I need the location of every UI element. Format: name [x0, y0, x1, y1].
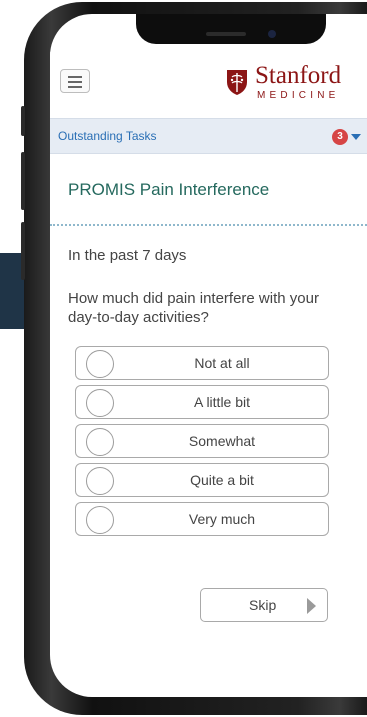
question-text: How much did pain interfere with your da… — [68, 290, 319, 326]
answer-option-not-at-all[interactable]: Not at all — [75, 346, 329, 380]
answer-options: Not at all A little bit Somewhat Quite a… — [75, 346, 329, 541]
answer-option-quite-a-bit[interactable]: Quite a bit — [75, 463, 329, 497]
answer-option-label: Somewhat — [188, 433, 256, 449]
skip-button-label: Skip — [249, 597, 277, 613]
brand-subtitle: MEDICINE — [257, 90, 340, 101]
stanford-shield-icon — [227, 70, 247, 95]
answer-option-somewhat[interactable]: Somewhat — [75, 424, 329, 458]
answer-option-label: A little bit — [193, 394, 251, 410]
answer-option-very-much[interactable]: Very much — [75, 502, 329, 536]
stanford-medicine-logo: Stanford MEDICINE — [225, 58, 365, 102]
hamburger-menu-icon[interactable] — [60, 69, 90, 93]
phone-volume-up-button — [21, 152, 25, 210]
radio-circle-icon[interactable] — [86, 389, 114, 417]
answer-option-label: Not at all — [194, 355, 250, 371]
outstanding-tasks-bar[interactable]: Outstanding Tasks 3 — [50, 118, 367, 154]
survey-title: PROMIS Pain Interference — [68, 180, 270, 199]
outstanding-tasks-label: Outstanding Tasks — [58, 129, 157, 143]
radio-circle-icon[interactable] — [86, 350, 114, 378]
brand-name: Stanford — [255, 62, 342, 89]
answer-option-label: Quite a bit — [190, 472, 254, 488]
radio-circle-icon[interactable] — [86, 467, 114, 495]
skip-button[interactable]: Skip — [200, 588, 328, 622]
task-count-badge: 3 — [332, 129, 348, 145]
phone-screen: Stanford MEDICINE Outstanding Tasks 3 PR… — [50, 14, 367, 697]
caret-down-icon[interactable] — [351, 134, 361, 140]
play-arrow-icon — [307, 598, 316, 614]
phone-volume-down-button — [21, 222, 25, 280]
recall-period-text: In the past 7 days — [68, 247, 187, 264]
radio-circle-icon[interactable] — [86, 428, 114, 456]
radio-circle-icon[interactable] — [86, 506, 114, 534]
speaker-grille — [206, 32, 246, 36]
phone-silent-switch — [21, 106, 25, 136]
front-camera — [268, 30, 276, 38]
title-divider — [50, 224, 367, 226]
answer-option-a-little-bit[interactable]: A little bit — [75, 385, 329, 419]
answer-option-label: Very much — [188, 511, 256, 527]
app-header: Stanford MEDICINE — [50, 52, 367, 106]
phone-notch — [136, 14, 326, 44]
